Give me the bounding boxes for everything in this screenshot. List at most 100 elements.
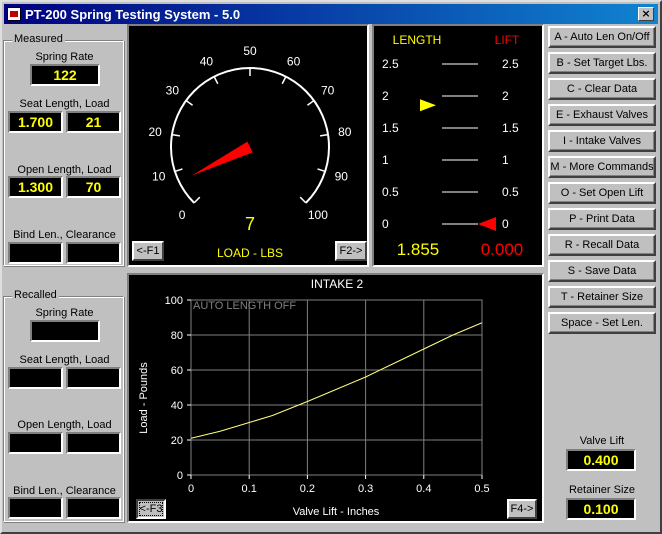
lift-scale-label: 1.5 xyxy=(502,121,519,135)
lift-load-chart-panel: INTAKE 2 0 0.1 0.2 0.3 0.4 0.5 0 20 40 60 80 100 AU… xyxy=(127,273,544,523)
f4-button[interactable]: F4-> xyxy=(507,499,537,519)
chart-y-tick-label: 20 xyxy=(171,435,183,447)
gauge-arc xyxy=(170,67,330,204)
command-button[interactable]: R - Recall Data xyxy=(548,234,656,256)
recalled-open-length-value xyxy=(8,432,63,454)
gauge-tick-label: 70 xyxy=(321,84,335,98)
lift-scale-label: 0 xyxy=(502,217,509,231)
gauge-tick xyxy=(281,76,287,85)
length-title: LENGTH xyxy=(393,33,442,47)
length-scale-label: 0 xyxy=(382,217,389,231)
gauge-tick-label: 40 xyxy=(200,54,214,68)
measured-bind-clearance-value xyxy=(66,242,121,264)
chart-x-tick-label: 0.4 xyxy=(416,483,431,495)
chart-ylabel: Load - Pounds xyxy=(138,362,150,434)
lift-scale-label: 0.5 xyxy=(502,185,519,199)
recalled-title: Recalled xyxy=(12,289,59,301)
chart-x-tick-label: 0.5 xyxy=(474,483,489,495)
measured-seat-label: Seat Length, Load xyxy=(19,98,110,110)
command-button[interactable]: Space - Set Len. xyxy=(548,312,656,334)
length-scale-label: 0.5 xyxy=(382,185,399,199)
chart-y-tick-label: 0 xyxy=(177,470,183,482)
recalled-seat-label: Seat Length, Load xyxy=(19,354,110,366)
gauge-tick-label: 80 xyxy=(338,125,352,139)
command-button[interactable]: C - Clear Data xyxy=(548,78,656,100)
command-button[interactable]: T - Retainer Size xyxy=(548,286,656,308)
chart-x-tick-label: 0.2 xyxy=(300,483,315,495)
command-button[interactable]: I - Intake Valves xyxy=(548,130,656,152)
retainer-size-value: 0.100 xyxy=(566,498,636,520)
f2-button[interactable]: F2-> xyxy=(335,241,367,261)
valve-lift-label: Valve Lift xyxy=(579,435,625,447)
gauge-tick-label: 0 xyxy=(179,208,186,222)
gauge-label: LOAD - LBS xyxy=(217,246,283,260)
command-button[interactable]: B - Set Target Lbs. xyxy=(548,52,656,74)
lift-load-chart: INTAKE 2 0 0.1 0.2 0.3 0.4 0.5 0 20 40 60 80 100 AU… xyxy=(138,277,490,518)
measured-open-length-value: 1.300 xyxy=(8,176,63,198)
lift-scale-label: 2 xyxy=(502,89,509,103)
chart-plot-area xyxy=(190,299,483,476)
gauge-tick xyxy=(193,196,201,204)
gauge-tick-label: 20 xyxy=(149,125,163,139)
gauge-needle xyxy=(191,141,253,176)
gauge-tick-label: 10 xyxy=(152,170,166,184)
recalled-seat-length-value xyxy=(8,367,63,389)
recalled-bind-clearance-value xyxy=(66,497,121,519)
gauge-tick xyxy=(299,196,307,204)
gauge-tick-label: 30 xyxy=(166,84,180,98)
lift-scale-label: 2.5 xyxy=(502,57,519,71)
length-lift-panel: LENGTH LIFT 2.5 2.5 2 2 1.5 1.5 1 1 0.5 0.5 0 0 1.8… xyxy=(372,24,544,267)
length-scale-label: 1 xyxy=(382,153,389,167)
measured-spring-rate-label: Spring Rate xyxy=(35,51,94,63)
recalled-spring-rate-label: Spring Rate xyxy=(35,307,94,319)
gauge-tick-label: 50 xyxy=(243,44,257,58)
recalled-open-load-value xyxy=(66,432,121,454)
command-button[interactable]: P - Print Data xyxy=(548,208,656,230)
retainer-size-label: Retainer Size xyxy=(568,484,636,496)
command-button[interactable]: E - Exhaust Valves xyxy=(548,104,656,126)
load-gauge-panel: 0 10 20 30 40 50 60 70 80 90 100 7 LOAD - LBS <-F1… xyxy=(127,24,369,267)
lift-title: LIFT xyxy=(495,33,520,47)
f3-button[interactable]: <-F3 xyxy=(136,499,166,519)
command-button[interactable]: S - Save Data xyxy=(548,260,656,282)
length-scale-label: 2.5 xyxy=(382,57,399,71)
recalled-bind-length-value xyxy=(8,497,63,519)
chart-x-tick-label: 0.3 xyxy=(358,483,373,495)
lift-value: 0.000 xyxy=(481,240,524,259)
window-title: PT-200 Spring Testing System - 5.0 xyxy=(25,6,241,22)
gauge-tick xyxy=(185,99,194,106)
close-button[interactable]: × xyxy=(638,7,654,21)
gauge-tick xyxy=(317,168,326,173)
chart-y-tick-label: 60 xyxy=(171,365,183,377)
chart-y-tick-label: 80 xyxy=(171,330,183,342)
chart-y-tick-label: 40 xyxy=(171,400,183,412)
gauge-tick xyxy=(320,133,329,137)
gauge-value: 7 xyxy=(245,214,255,234)
valve-lift-value: 0.400 xyxy=(566,449,636,471)
command-button[interactable]: M - More Commands xyxy=(548,156,656,178)
chart-x-tick-label: 0 xyxy=(188,483,194,495)
measured-seat-length-value: 1.700 xyxy=(8,111,63,133)
measured-open-load-value: 70 xyxy=(66,176,121,198)
title-bar[interactable]: PT-200 Spring Testing System - 5.0 × xyxy=(4,4,658,24)
chart-x-tick-label: 0.1 xyxy=(242,483,257,495)
gauge-tick xyxy=(171,133,180,137)
command-button[interactable]: O - Set Open Lift xyxy=(548,182,656,204)
gauge-tick-label: 90 xyxy=(335,170,349,184)
length-lift-indicator: LENGTH LIFT 2.5 2.5 2 2 1.5 1.5 1 1 0.5 0.5 0 0 1.8… xyxy=(382,33,524,259)
recalled-seat-load-value xyxy=(66,367,121,389)
f1-button[interactable]: <-F1 xyxy=(132,241,164,261)
gauge-tick xyxy=(213,76,219,85)
length-value: 1.855 xyxy=(397,240,440,259)
recalled-spring-rate-value xyxy=(30,320,100,342)
measured-open-label: Open Length, Load xyxy=(17,164,112,176)
chart-xlabel: Valve Lift - Inches xyxy=(293,506,380,518)
measured-bind-length-value xyxy=(8,242,63,264)
command-button[interactable]: A - Auto Len On/Off xyxy=(548,26,656,48)
length-scale-label: 1.5 xyxy=(382,121,399,135)
lift-pointer xyxy=(478,217,496,231)
chart-annotation: AUTO LENGTH OFF xyxy=(193,300,296,312)
chart-series-line xyxy=(190,322,483,439)
app-icon xyxy=(7,7,21,21)
recalled-bind-label: Bind Len., Clearance xyxy=(13,485,116,497)
